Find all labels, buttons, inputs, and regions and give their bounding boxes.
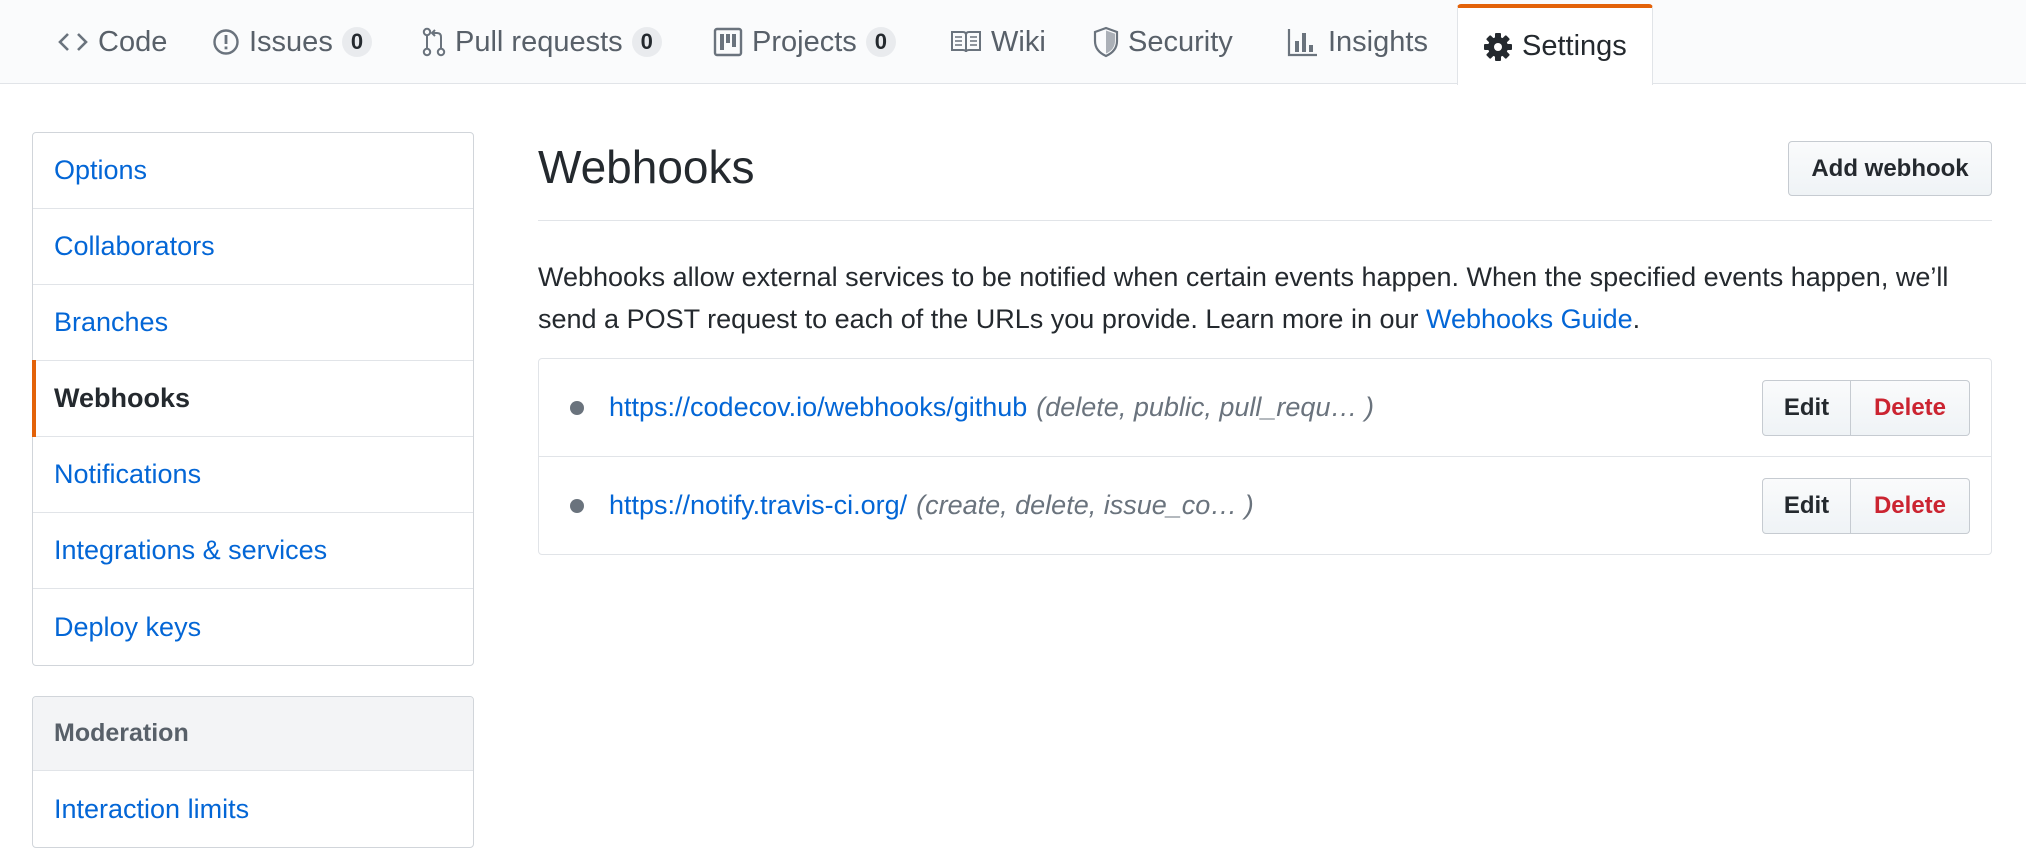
webhook-events: (delete, public, pull_requ… ): [1036, 392, 1374, 422]
webhook-list: https://codecov.io/webhooks/github (delet…: [538, 358, 1992, 555]
tab-settings-label: Settings: [1522, 30, 1627, 62]
sidebar-item-notifications[interactable]: Notifications: [33, 437, 473, 513]
tab-insights[interactable]: Insights: [1287, 0, 1428, 84]
tab-code[interactable]: Code: [57, 0, 167, 84]
webhooks-description: Webhooks allow external services to be n…: [538, 256, 1992, 340]
webhook-status-dot: [570, 498, 584, 513]
page-title: Webhooks: [538, 141, 755, 193]
projects-count: 0: [865, 27, 897, 57]
tab-wiki[interactable]: Wiki: [950, 0, 1046, 84]
delete-webhook-button[interactable]: Delete: [1851, 379, 1970, 436]
sidebar-item-collaborators[interactable]: Collaborators: [33, 209, 473, 285]
tab-security-label: Security: [1128, 25, 1233, 58]
moderation-menu: Moderation Interaction limits: [32, 696, 474, 848]
webhook-status-dot: [570, 400, 584, 415]
moderation-heading: Moderation: [33, 697, 473, 771]
tab-pull-requests-label: Pull requests: [455, 25, 623, 58]
code-icon: [57, 29, 89, 55]
git-pull-request-icon: [422, 27, 446, 57]
graph-icon: [1287, 27, 1319, 57]
sidebar-item-integrations-services[interactable]: Integrations & services: [33, 513, 473, 589]
tab-code-label: Code: [98, 25, 168, 58]
webhook-item: https://notify.travis-ci.org/ (create, de…: [609, 490, 1254, 521]
tab-issues[interactable]: Issues 0: [212, 0, 373, 84]
sidebar-item-interaction-limits[interactable]: Interaction limits: [33, 771, 473, 847]
gear-icon: [1483, 32, 1513, 62]
webhook-item: https://codecov.io/webhooks/github (delet…: [609, 392, 1374, 423]
title-divider: [538, 220, 1992, 221]
sidebar-item-deploy-keys[interactable]: Deploy keys: [33, 589, 473, 665]
project-icon: [713, 27, 743, 57]
webhook-url-link[interactable]: https://codecov.io/webhooks/github: [609, 392, 1027, 422]
webhooks-guide-link[interactable]: Webhooks Guide: [1426, 304, 1633, 334]
sidebar-item-webhooks[interactable]: Webhooks: [32, 360, 473, 437]
tab-insights-label: Insights: [1328, 25, 1428, 58]
tab-wiki-label: Wiki: [991, 25, 1046, 58]
tab-projects[interactable]: Projects 0: [713, 0, 897, 84]
sidebar-item-options[interactable]: Options: [33, 133, 473, 209]
tab-security[interactable]: Security: [1093, 0, 1233, 84]
edit-webhook-button[interactable]: Edit: [1762, 477, 1851, 534]
tab-projects-label: Projects: [752, 25, 857, 58]
description-text: Webhooks allow external services to be n…: [538, 262, 1949, 334]
tab-issues-label: Issues: [249, 25, 333, 58]
webhook-actions: Edit Delete: [1762, 477, 1970, 534]
issue-opened-icon: [212, 28, 240, 56]
tab-pull-requests[interactable]: Pull requests 0: [422, 0, 662, 84]
delete-webhook-button[interactable]: Delete: [1851, 477, 1970, 534]
tab-settings[interactable]: Settings: [1457, 4, 1653, 85]
webhook-actions: Edit Delete: [1762, 379, 1970, 436]
webhook-events: (create, delete, issue_co… ): [916, 490, 1254, 520]
book-icon: [950, 29, 982, 55]
repo-nav: Code Issues 0 Pull requests 0 Projects 0…: [0, 0, 2026, 85]
pull-requests-count: 0: [631, 27, 662, 57]
settings-menu: Options Collaborators Branches Webhooks …: [32, 132, 474, 666]
sidebar-item-branches[interactable]: Branches: [33, 285, 473, 361]
webhook-row: https://notify.travis-ci.org/ (create, de…: [539, 457, 1991, 554]
webhook-row: https://codecov.io/webhooks/github (delet…: [539, 359, 1991, 457]
edit-webhook-button[interactable]: Edit: [1762, 379, 1851, 436]
add-webhook-button[interactable]: Add webhook: [1788, 141, 1992, 196]
webhook-url-link[interactable]: https://notify.travis-ci.org/: [609, 490, 907, 520]
issues-count: 0: [341, 27, 373, 57]
description-end: .: [1632, 304, 1641, 334]
shield-icon: [1093, 26, 1119, 58]
